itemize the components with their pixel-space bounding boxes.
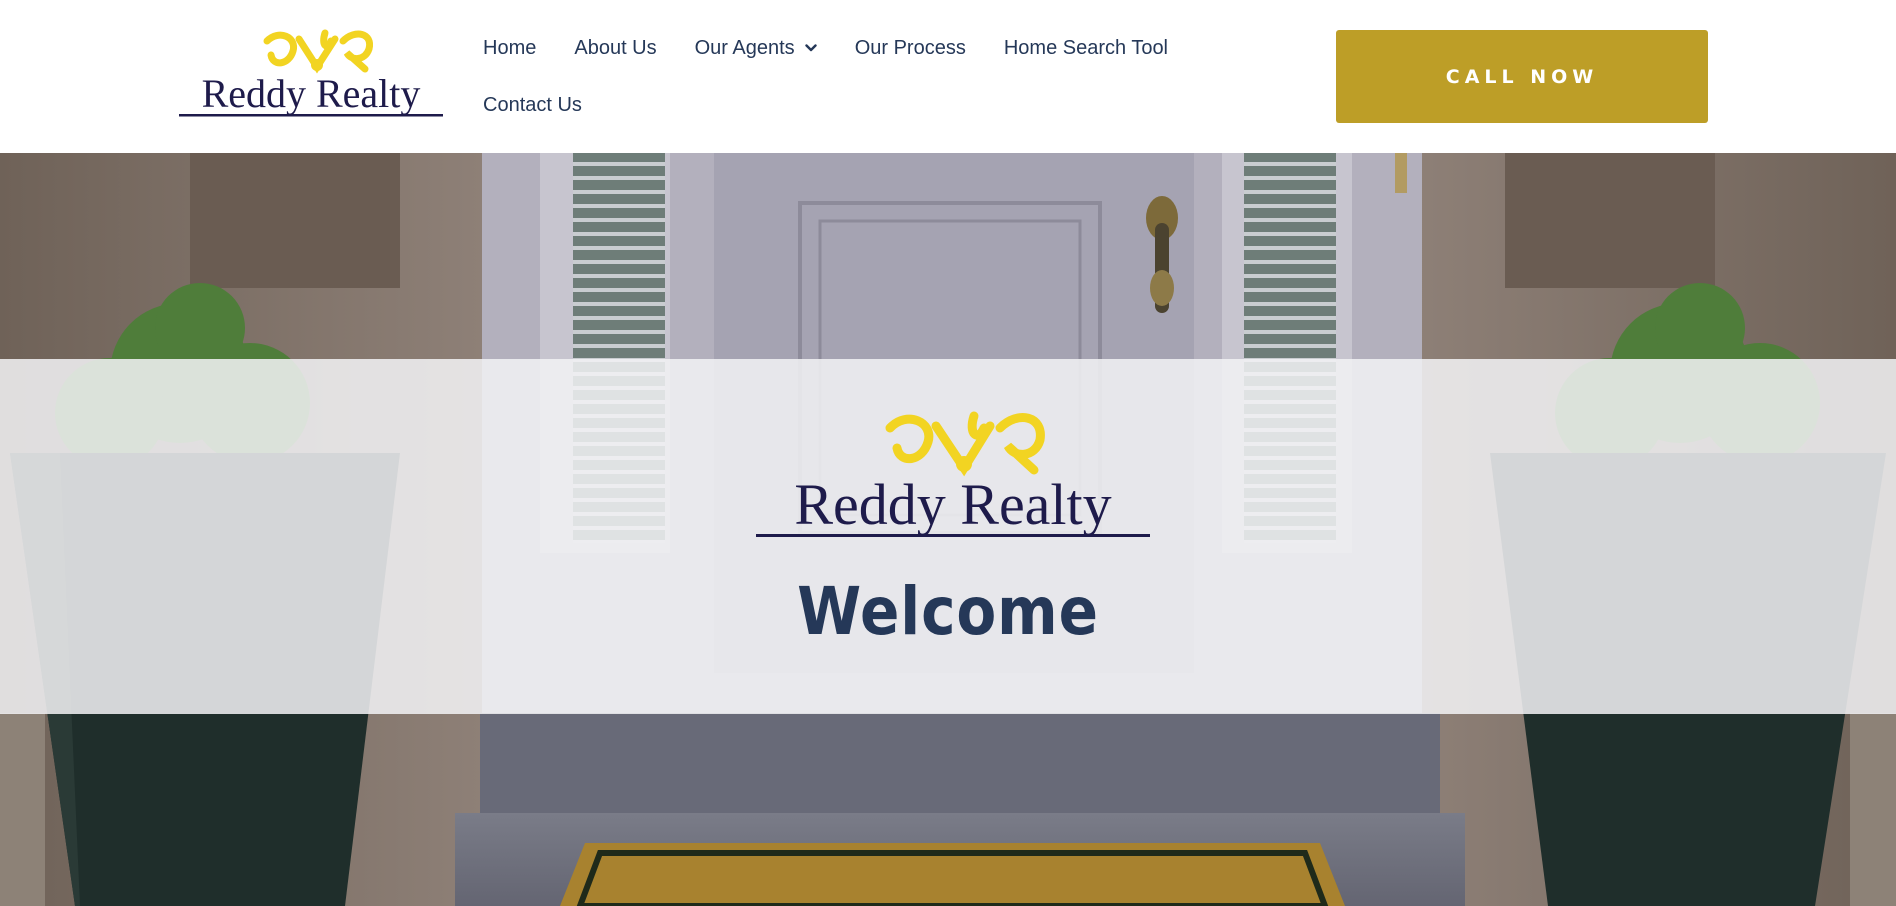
site-header: Reddy Realty Home About Us Our Agents Ou… — [0, 0, 1896, 153]
logo-monogram-icon: Reddy Realty — [179, 29, 443, 117]
nav-home-search-tool[interactable]: Home Search Tool — [1004, 28, 1168, 68]
hero-logo-wordmark: Reddy Realty — [794, 472, 1111, 537]
logo-monogram-icon: Reddy Realty — [756, 411, 1150, 537]
nav-home-label: Home — [483, 36, 537, 59]
call-now-button[interactable]: CALL NOW — [1336, 30, 1708, 123]
nav-home[interactable]: Home — [483, 28, 536, 68]
nav-about-us[interactable]: About Us — [574, 28, 656, 68]
nav-about-us-label: About Us — [574, 36, 657, 59]
hero-section: Reddy Realty Welcome — [0, 153, 1896, 906]
hero-logo: Reddy Realty — [752, 406, 1154, 546]
nav-our-process[interactable]: Our Process — [855, 28, 966, 68]
nav-contact-us[interactable]: Contact Us — [483, 85, 582, 125]
nav-our-process-label: Our Process — [854, 36, 966, 59]
logo-wordmark: Reddy Realty — [202, 71, 421, 116]
nav-home-search-tool-label: Home Search Tool — [1003, 36, 1169, 59]
nav-our-agents-label: Our Agents — [694, 36, 795, 59]
welcome-heading: Welcome — [797, 573, 1099, 650]
call-now-label: CALL NOW — [1445, 65, 1599, 88]
nav-contact-us-label: Contact Us — [483, 93, 582, 116]
site-logo[interactable]: Reddy Realty — [175, 25, 447, 121]
nav-our-agents[interactable]: Our Agents — [695, 28, 817, 68]
chevron-down-icon[interactable] — [804, 44, 817, 52]
